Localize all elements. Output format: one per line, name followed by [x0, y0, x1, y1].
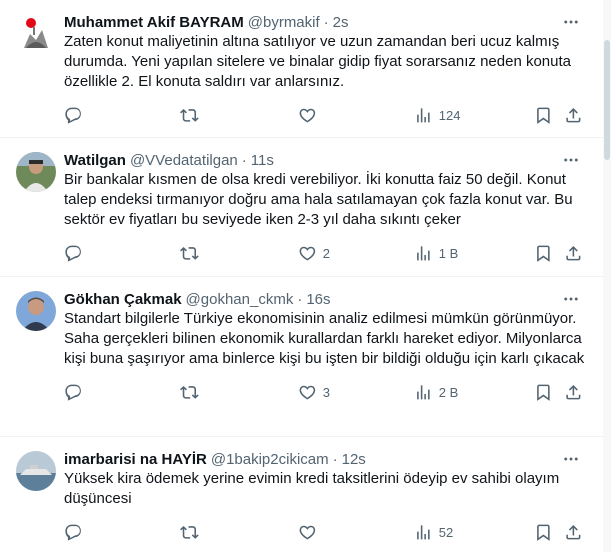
- retweet-icon: [180, 526, 199, 539]
- author-handle[interactable]: @VVedatatilgan: [130, 152, 238, 169]
- avatar[interactable]: [16, 291, 56, 331]
- reply-button[interactable]: [64, 106, 89, 125]
- more-options-button[interactable]: [561, 449, 581, 469]
- avatar[interactable]: [16, 14, 56, 54]
- tweet-text: Bir bankalar kısmen de olsa kredi verebi…: [64, 171, 573, 228]
- author-handle[interactable]: @gokhan_ckmk: [186, 291, 294, 308]
- views-button[interactable]: 52: [414, 523, 453, 542]
- author-name[interactable]: Muhammet Akif BAYRAM: [64, 14, 244, 31]
- more-options-button[interactable]: [561, 12, 581, 32]
- tweet[interactable]: imarbarisi na HAYİR @1bakip2cikicam · 12…: [0, 437, 603, 552]
- bookmark-button[interactable]: [534, 244, 553, 263]
- separator-dot: ·: [297, 290, 303, 308]
- timestamp[interactable]: 16s: [306, 291, 330, 308]
- views-button[interactable]: 1 B: [414, 244, 458, 263]
- retweet-icon: [180, 109, 199, 122]
- author-name[interactable]: Gökhan Çakmak: [64, 291, 182, 308]
- bookmark-button[interactable]: [534, 383, 553, 402]
- reply-button[interactable]: [64, 383, 89, 402]
- bookmark-icon: [537, 384, 550, 401]
- tweet-actions: 2 1 B: [64, 244, 587, 264]
- bookmark-button[interactable]: [534, 523, 553, 542]
- more-icon: [564, 158, 578, 162]
- view-count: 2 B: [438, 384, 459, 400]
- views-icon: [417, 246, 430, 261]
- heart-icon: [299, 246, 316, 261]
- retweet-button[interactable]: [180, 523, 205, 542]
- like-count: 3: [322, 384, 330, 400]
- share-icon: [566, 246, 581, 261]
- share-button[interactable]: [564, 523, 583, 542]
- author-name[interactable]: imarbarisi na HAYİR: [64, 451, 207, 468]
- retweet-icon: [180, 386, 199, 399]
- reply-button[interactable]: [64, 244, 89, 263]
- timestamp[interactable]: 12s: [342, 451, 366, 468]
- views-button[interactable]: 124: [414, 106, 460, 125]
- share-button[interactable]: [564, 106, 583, 125]
- more-icon: [564, 20, 578, 24]
- heart-icon: [299, 108, 316, 123]
- like-button[interactable]: [298, 523, 323, 542]
- retweet-button[interactable]: [180, 383, 205, 402]
- bookmark-icon: [537, 524, 550, 541]
- tweet-text: Standart bilgilerle Türkiye ekonomisinin…: [64, 310, 585, 367]
- views-button[interactable]: 2 B: [414, 383, 458, 402]
- more-icon: [564, 297, 578, 301]
- tweet[interactable]: Gökhan Çakmak @gokhan_ckmk · 16s Standar…: [0, 277, 603, 437]
- separator-dot: ·: [323, 13, 329, 31]
- author-handle[interactable]: @byrmakif: [248, 14, 320, 31]
- reply-icon: [65, 107, 81, 124]
- share-icon: [566, 385, 581, 400]
- like-button[interactable]: [298, 106, 323, 125]
- author-handle[interactable]: @1bakip2cikicam: [211, 451, 329, 468]
- retweet-button[interactable]: [180, 244, 205, 263]
- scrollbar[interactable]: [603, 0, 611, 552]
- separator-dot: ·: [241, 151, 247, 169]
- tweet[interactable]: Watilgan @VVedatatilgan · 11s Bir bankal…: [0, 138, 603, 277]
- timestamp[interactable]: 2s: [333, 14, 349, 31]
- view-count: 52: [438, 524, 454, 540]
- bookmark-icon: [537, 107, 550, 124]
- share-button[interactable]: [564, 244, 583, 263]
- tweet-text: Yüksek kira ödemek yerine evimin kredi t…: [64, 470, 560, 507]
- separator-dot: ·: [332, 450, 338, 468]
- tweet-actions: 52: [64, 523, 587, 543]
- scrollbar-thumb[interactable]: [604, 40, 610, 160]
- views-icon: [417, 525, 430, 540]
- share-icon: [566, 525, 581, 540]
- like-button[interactable]: 2: [298, 244, 330, 263]
- reply-button[interactable]: [64, 523, 89, 542]
- timestamp[interactable]: 11s: [251, 152, 274, 169]
- share-icon: [566, 108, 581, 123]
- tweet[interactable]: Muhammet Akif BAYRAM @byrmakif · 2s Zate…: [0, 0, 603, 138]
- tweet-text: Zaten konut maliyetinin altına satılıyor…: [64, 33, 571, 90]
- more-icon: [564, 457, 578, 461]
- heart-icon: [299, 525, 316, 540]
- timeline-feed: Muhammet Akif BAYRAM @byrmakif · 2s Zate…: [0, 0, 603, 552]
- avatar[interactable]: [16, 152, 56, 192]
- share-button[interactable]: [564, 383, 583, 402]
- reply-icon: [65, 245, 81, 262]
- views-icon: [417, 108, 430, 123]
- more-options-button[interactable]: [561, 289, 581, 309]
- views-icon: [417, 385, 430, 400]
- like-button[interactable]: 3: [298, 383, 330, 402]
- retweet-button[interactable]: [180, 106, 205, 125]
- more-options-button[interactable]: [561, 150, 581, 170]
- reply-icon: [65, 524, 81, 541]
- tweet-actions: 3 2 B: [64, 383, 587, 403]
- retweet-icon: [180, 247, 199, 260]
- like-count: 2: [322, 245, 330, 261]
- view-count: 1 B: [438, 245, 459, 261]
- author-name[interactable]: Watilgan: [64, 152, 126, 169]
- bookmark-icon: [537, 245, 550, 262]
- avatar[interactable]: [16, 451, 56, 491]
- view-count: 124: [438, 107, 461, 123]
- bookmark-button[interactable]: [534, 106, 553, 125]
- tweet-actions: 124: [64, 106, 587, 126]
- heart-icon: [299, 385, 316, 400]
- reply-icon: [65, 384, 81, 401]
